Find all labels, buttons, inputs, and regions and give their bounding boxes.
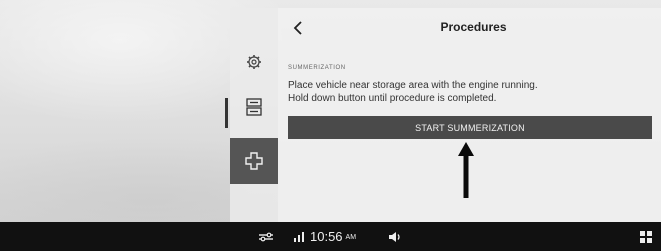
sidebar-item-service[interactable] — [230, 138, 278, 184]
signal-icon — [294, 231, 304, 242]
instruction-line-2: Hold down button until procedure is comp… — [288, 93, 497, 104]
clock-ampm: AM — [345, 234, 357, 241]
sidebar — [230, 8, 278, 222]
instruction-line-1: Place vehicle near storage area with the… — [288, 80, 538, 91]
toggle-icon-wrap[interactable] — [258, 222, 274, 251]
gear-icon — [247, 55, 261, 69]
clock: 10:56 AM — [310, 222, 356, 251]
toggle-icon — [259, 232, 273, 241]
sidebar-item-settings[interactable] — [230, 46, 278, 78]
start-summerization-button[interactable]: START SUMMERIZATION — [288, 116, 652, 139]
sidebar-selection-indicator — [225, 98, 228, 128]
instruction-text: Place vehicle near storage area with the… — [288, 79, 538, 105]
volume-icon — [389, 231, 400, 242]
clock-time: 10:56 — [310, 229, 343, 244]
sidebar-item-panels[interactable] — [230, 91, 278, 123]
volume-button[interactable] — [388, 222, 402, 251]
app-grid-button[interactable] — [640, 222, 652, 251]
pointer-arrow-icon — [458, 142, 474, 198]
app-grid-icon — [640, 230, 652, 243]
panels-icon — [246, 98, 262, 116]
status-bar: 10:56 AM — [0, 222, 661, 251]
service-cross-icon — [245, 152, 263, 170]
section-label: SUMMERIZATION — [288, 65, 346, 71]
signal-indicator — [293, 222, 305, 251]
page-title: Procedures — [440, 20, 507, 34]
